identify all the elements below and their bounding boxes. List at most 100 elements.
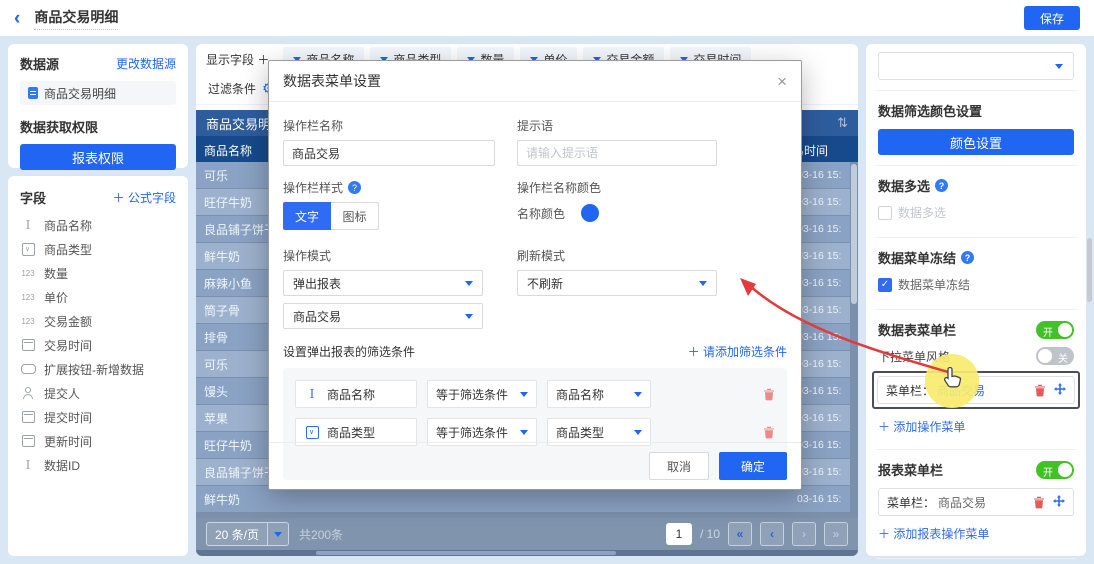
move-icon[interactable] [1053, 495, 1065, 510]
table-menu-toggle[interactable]: 开 [1036, 321, 1074, 339]
filter-value-dropdown[interactable]: 商品名称 [547, 380, 651, 408]
field-item[interactable]: 数量 [20, 261, 176, 285]
formula-field-link[interactable]: ＋ 公式字段 [113, 189, 176, 206]
field-item[interactable]: 单价 [20, 285, 176, 309]
trash-icon[interactable] [1033, 496, 1045, 509]
pagination-bar: 20 条/页 共200条 1 / 10 « ‹ › » [196, 518, 858, 550]
prev-page-button[interactable]: ‹ [760, 522, 784, 546]
text-icon [20, 458, 36, 472]
back-icon[interactable]: ‹ [14, 9, 20, 28]
calendar-icon [22, 435, 35, 447]
report-menu-toggle[interactable]: 开 [1036, 461, 1074, 479]
chevron-down-icon [634, 430, 642, 435]
checkbox-unchecked-icon[interactable] [878, 206, 892, 220]
freeze-title: 数据菜单冻结? [878, 248, 1074, 267]
dropdown-style-toggle[interactable]: 关 [1036, 347, 1074, 365]
mode-dropdown[interactable]: 弹出报表 [283, 270, 483, 296]
multi-select-checkbox-row[interactable]: 数据多选 [878, 204, 1074, 221]
field-label: 单价 [44, 289, 68, 306]
chevron-down-icon [465, 281, 473, 286]
first-page-button[interactable]: « [728, 522, 752, 546]
report-dropdown[interactable]: 商品交易 [283, 303, 483, 329]
report-permission-button[interactable]: 报表权限 [20, 144, 176, 170]
next-page-button[interactable]: › [792, 522, 816, 546]
tip-input[interactable] [517, 140, 717, 166]
cancel-button[interactable]: 取消 [649, 452, 709, 480]
mode-label: 操作模式 [283, 247, 495, 264]
help-icon[interactable]: ? [961, 251, 974, 264]
trash-icon[interactable] [763, 388, 775, 401]
horizontal-scrollbar[interactable] [196, 550, 858, 556]
style-text-button[interactable]: 文字 [283, 202, 331, 230]
sort-icon[interactable]: ⇅ [837, 115, 848, 131]
text-icon [20, 218, 36, 232]
field-label: 扩展按钮-新增数据 [44, 361, 144, 378]
name-label: 操作栏名称 [283, 117, 495, 134]
selected-menu-highlight: 菜单栏：商品交易 [872, 371, 1080, 409]
field-item[interactable]: 商品类型 [20, 237, 176, 261]
style-icon-button[interactable]: 图标 [331, 202, 379, 230]
number-icon [20, 293, 36, 302]
dialog-header: 数据表菜单设置 × [269, 61, 801, 102]
move-icon[interactable] [1054, 383, 1066, 398]
filter-op-dropdown[interactable]: 等于筛选条件 [427, 380, 537, 408]
help-icon[interactable]: ? [348, 181, 361, 194]
change-datasource-link[interactable]: 更改数据源 [116, 55, 176, 72]
field-item[interactable]: 提交时间 [20, 405, 176, 429]
chevron-down-icon [465, 314, 473, 319]
add-report-menu-link[interactable]: ＋ 添加报表操作菜单 [878, 525, 1074, 542]
datasource-item-label: 商品交易明细 [44, 85, 116, 102]
page-size-select[interactable]: 20 条/页 [206, 522, 289, 546]
last-page-button[interactable]: » [824, 522, 848, 546]
number-icon [20, 269, 36, 278]
field-label: 商品类型 [44, 241, 92, 258]
add-menu-link[interactable]: ＋ 添加操作菜单 [878, 418, 1074, 435]
save-button[interactable]: 保存 [1024, 6, 1080, 30]
field-item[interactable]: 交易时间 [20, 333, 176, 357]
color-setting-button[interactable]: 颜色设置 [878, 129, 1074, 155]
color-swatch[interactable] [581, 204, 599, 222]
permission-title: 数据获取权限 [20, 117, 176, 136]
field-label: 数量 [44, 265, 68, 282]
checkbox-checked-icon[interactable]: ✓ [878, 278, 892, 292]
confirm-button[interactable]: 确定 [719, 452, 787, 480]
app-window: ‹ 商品交易明细 保存 数据源 更改数据源 商品交易明细 数据获取权限 报表权限… [0, 0, 1094, 564]
total-count: 共200条 [299, 526, 343, 543]
field-item[interactable]: 数据ID [20, 453, 176, 477]
vertical-scrollbar[interactable] [851, 164, 857, 304]
page-title: 商品交易明细 [34, 7, 118, 30]
menu-item-value[interactable]: 商品交易 [937, 382, 985, 399]
add-filter-link[interactable]: ＋ 请添加筛选条件 [688, 343, 787, 360]
trash-icon[interactable] [1034, 384, 1046, 397]
number-icon [20, 317, 36, 326]
help-icon[interactable]: ? [935, 179, 948, 192]
chevron-down-icon [1055, 64, 1063, 69]
display-fields-label[interactable]: 显示字段 ＋ [206, 51, 269, 68]
field-item[interactable]: 更新时间 [20, 429, 176, 453]
field-item[interactable]: 扩展按钮-新增数据 [20, 357, 176, 381]
field-item[interactable]: 交易金额 [20, 309, 176, 333]
dialog-footer: 取消 确定 [269, 442, 801, 489]
report-menu-item[interactable]: 菜单栏：商品交易 [878, 488, 1074, 516]
trash-icon[interactable] [763, 426, 775, 439]
settings-panel: 数据筛选颜色设置 颜色设置 数据多选? 数据多选 数据菜单冻结? ✓ 数据菜单冻… [866, 44, 1086, 556]
freeze-checkbox-row[interactable]: ✓ 数据菜单冻结 [878, 276, 1074, 293]
datasource-item[interactable]: 商品交易明细 [20, 81, 176, 105]
user-icon [22, 387, 34, 399]
select-icon [306, 426, 319, 439]
action-bar-name-input[interactable] [283, 140, 495, 166]
field-label: 商品名称 [44, 217, 92, 234]
table-menu-header: 数据表菜单栏 开 [878, 320, 1074, 339]
text-icon [304, 387, 320, 401]
report-menu-header: 报表菜单栏 开 [878, 460, 1074, 479]
field-item[interactable]: 提交人 [20, 381, 176, 405]
page-number-input[interactable]: 1 [666, 523, 692, 545]
panel-dropdown[interactable] [878, 52, 1074, 80]
field-item[interactable]: 商品名称 [20, 213, 176, 237]
table-menu-item[interactable]: 菜单栏：商品交易 [877, 376, 1075, 404]
filter-field-box[interactable]: 商品名称 [295, 380, 417, 408]
panel-scrollbar[interactable] [1087, 238, 1092, 302]
close-icon[interactable]: × [777, 73, 787, 90]
refresh-dropdown[interactable]: 不刷新 [517, 270, 717, 296]
column-header-name[interactable]: 商品名称 [204, 142, 252, 159]
